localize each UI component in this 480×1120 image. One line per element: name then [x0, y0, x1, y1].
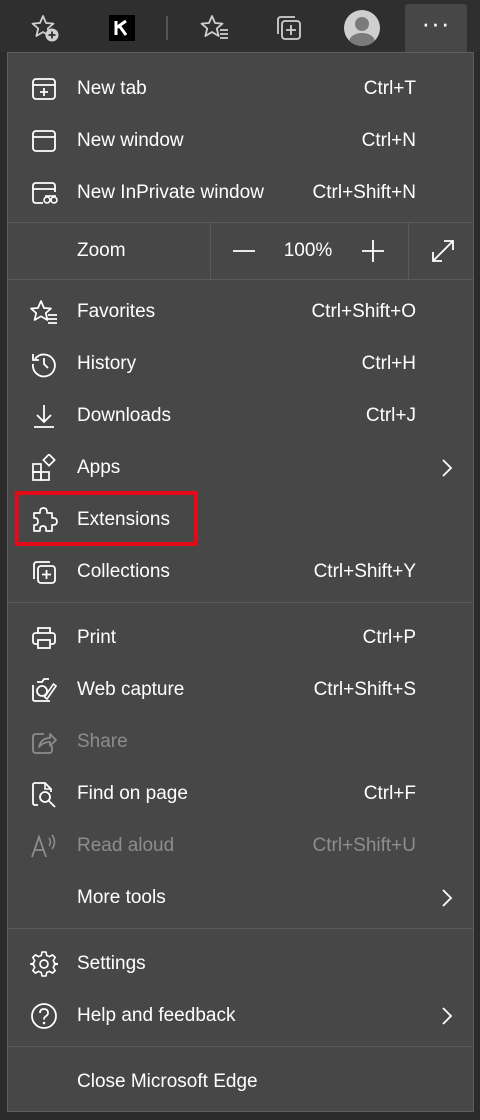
web-capture-icon: [32, 678, 58, 702]
chevron-right-icon: [442, 889, 453, 907]
profile-avatar-icon: [344, 10, 380, 46]
toolbar-separator: [166, 16, 168, 40]
menu-item-shortcut: Ctrl+P: [362, 627, 416, 648]
menu-item-help-and-feedback[interactable]: Help and feedback: [8, 990, 473, 1042]
menu-item-read-aloud: Read aloud Ctrl+Shift+U: [8, 820, 473, 872]
menu-item-label: New tab: [77, 78, 147, 99]
download-icon: [34, 405, 54, 428]
menu-item-label: Help and feedback: [77, 1005, 236, 1026]
menu-item-label: Collections: [77, 561, 170, 582]
settings-and-more-menu: New tab Ctrl+T New window Ctrl+N New InP…: [7, 52, 474, 1112]
new-tab-icon: [32, 78, 56, 100]
menu-item-find-on-page[interactable]: Find on page Ctrl+F: [8, 768, 473, 820]
menu-item-label: Read aloud: [77, 835, 175, 856]
menu-item-new-inprivate-window[interactable]: New InPrivate window Ctrl+Shift+N: [8, 167, 473, 219]
chevron-right-icon: [442, 1007, 453, 1025]
menu-item-label: Downloads: [77, 405, 171, 426]
menu-item-label: Apps: [77, 457, 121, 478]
menu-item-label: Favorites: [77, 301, 156, 322]
favorites-button[interactable]: [184, 4, 246, 52]
add-favorite-button[interactable]: [14, 4, 76, 52]
menu-item-downloads[interactable]: Downloads Ctrl+J: [8, 390, 473, 442]
zoom-in-button[interactable]: [359, 237, 387, 265]
menu-item-shortcut: Ctrl+T: [363, 78, 416, 99]
share-icon: [32, 733, 57, 754]
history-icon: [32, 353, 56, 378]
menu-item-shortcut: Ctrl+Shift+S: [313, 679, 416, 700]
menu-item-shortcut: Ctrl+Shift+Y: [313, 561, 416, 582]
menu-item-label: New window: [77, 130, 184, 151]
menu-item-print[interactable]: Print Ctrl+P: [8, 612, 473, 664]
menu-item-apps[interactable]: Apps: [8, 442, 473, 494]
menu-item-share: Share: [8, 716, 473, 768]
find-on-page-icon: [32, 782, 56, 808]
zoom-out-button[interactable]: [230, 237, 258, 265]
k-extension-button[interactable]: [91, 4, 153, 52]
menu-item-label: New InPrivate window: [77, 182, 264, 203]
collections-icon: [277, 16, 301, 40]
menu-item-new-window[interactable]: New window Ctrl+N: [8, 115, 473, 167]
collections-button[interactable]: [258, 4, 320, 52]
menu-item-label: More tools: [77, 887, 166, 908]
menu-item-close-microsoft-edge[interactable]: Close Microsoft Edge: [8, 1056, 473, 1108]
menu-item-shortcut: Ctrl+Shift+N: [312, 182, 416, 203]
menu-item-label: Web capture: [77, 679, 185, 700]
menu-item-shortcut: Ctrl+Shift+U: [312, 835, 416, 856]
k-extension-icon: [109, 15, 135, 41]
menu-item-label: Print: [77, 627, 117, 648]
menu-item-shortcut: Ctrl+F: [363, 783, 416, 804]
chevron-right-icon: [442, 459, 453, 477]
profile-button[interactable]: [331, 4, 393, 52]
print-icon: [32, 627, 56, 649]
help-question-icon: [31, 1003, 57, 1029]
zoom-divider: [408, 223, 409, 279]
menu-item-favorites[interactable]: Favorites Ctrl+Shift+O: [8, 286, 473, 338]
new-window-icon: [32, 130, 56, 152]
zoom-label: Zoom: [77, 240, 126, 261]
zoom-divider: [210, 223, 211, 279]
favorites-icon: [30, 300, 57, 324]
gear-icon: [30, 951, 58, 977]
favorites-add-icon: [31, 15, 59, 42]
collections-icon: [33, 561, 56, 584]
menu-separator: [8, 1046, 473, 1047]
menu-item-label: History: [77, 353, 137, 374]
apps-icon: [32, 454, 56, 481]
zoom-row: Zoom 100%: [8, 223, 473, 279]
menu-item-label: Find on page: [77, 783, 188, 804]
menu-item-settings[interactable]: Settings: [8, 938, 473, 990]
extensions-highlight-box: [15, 491, 198, 546]
menu-separator: [8, 279, 473, 280]
browser-window: ··· New tab Ctrl+T New window Ctrl+N New…: [0, 0, 480, 1120]
menu-item-web-capture[interactable]: Web capture Ctrl+Shift+S: [8, 664, 473, 716]
menu-separator: [8, 602, 473, 603]
menu-item-more-tools[interactable]: More tools: [8, 872, 473, 924]
menu-item-label: Close Microsoft Edge: [77, 1071, 258, 1092]
settings-and-more-button[interactable]: ···: [405, 4, 467, 52]
favorites-icon: [200, 15, 228, 39]
browser-toolbar: ···: [0, 0, 480, 52]
inprivate-window-icon: [32, 182, 58, 204]
menu-item-label: Settings: [77, 953, 146, 974]
menu-item-new-tab[interactable]: New tab Ctrl+T: [8, 63, 473, 115]
menu-separator: [8, 928, 473, 929]
zoom-level-value: 100%: [283, 240, 333, 261]
menu-item-label: Share: [77, 731, 128, 752]
menu-item-collections[interactable]: Collections Ctrl+Shift+Y: [8, 546, 473, 598]
menu-item-shortcut: Ctrl+H: [361, 353, 416, 374]
menu-item-shortcut: Ctrl+N: [361, 130, 416, 151]
more-options-icon: ···: [421, 8, 451, 38]
read-aloud-icon: [31, 834, 56, 858]
menu-item-history[interactable]: History Ctrl+H: [8, 338, 473, 390]
menu-item-shortcut: Ctrl+J: [365, 405, 416, 426]
fullscreen-expand-button[interactable]: [429, 237, 457, 265]
menu-item-shortcut: Ctrl+Shift+O: [311, 301, 416, 322]
